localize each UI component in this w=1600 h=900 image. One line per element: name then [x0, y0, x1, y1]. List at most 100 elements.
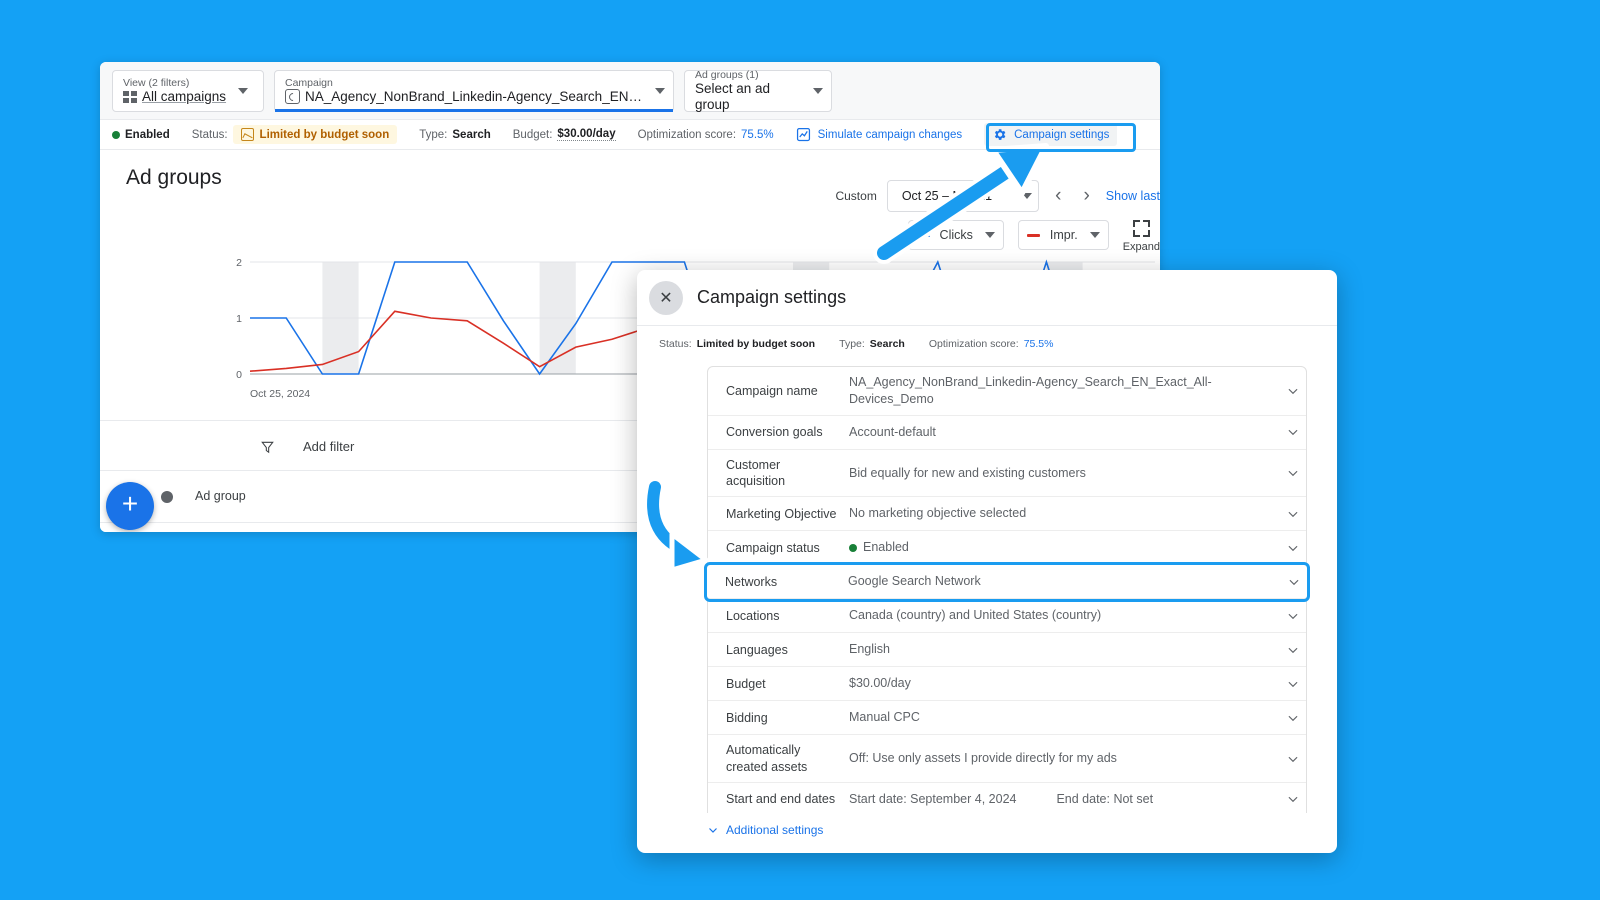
adgroup-selector-value: Select an ad group — [695, 81, 771, 112]
dialog-status-summary: Status: Limited by budget soon Type: Sea… — [637, 326, 1337, 360]
prev-period-button[interactable]: ‹ — [1049, 185, 1067, 207]
setting-row-conversion-goals[interactable]: Conversion goals Account-default — [708, 416, 1306, 450]
metric-label-clicks: Clicks — [939, 228, 973, 242]
chevron-down-icon[interactable] — [1280, 466, 1306, 480]
metric-selectors: Clicks Impr. Expand — [907, 220, 1160, 253]
simulate-campaign-changes-button[interactable]: Simulate campaign changes — [796, 127, 962, 142]
setting-value-text: No marketing objective selected — [849, 506, 1027, 521]
setting-row-locations[interactable]: Locations Canada (country) and United Sta… — [708, 599, 1306, 634]
setting-row-marketing-objective[interactable]: Marketing Objective No marketing objectiv… — [708, 497, 1306, 532]
date-range-prefix: Custom — [835, 189, 877, 203]
setting-row-bidding[interactable]: Bidding Manual CPC — [708, 701, 1306, 736]
setting-value-text-secondary: End date: Not set — [1056, 791, 1154, 806]
setting-row-automatically-created-assets[interactable]: Automatically created assets Off: Use onl… — [708, 735, 1306, 783]
column-header-ad-group[interactable]: Ad group — [195, 489, 246, 504]
view-selector[interactable]: View (2 filters) All campaigns — [112, 69, 264, 112]
additional-settings-toggle[interactable]: Additional settings — [707, 823, 1307, 837]
setting-label: Campaign status — [726, 540, 820, 555]
date-range-picker[interactable]: Oct 25 – Nov 21 — [886, 180, 1040, 212]
setting-value: $30.00/day — [849, 675, 1280, 692]
setting-label: Locations — [726, 608, 780, 623]
chevron-down-icon[interactable] — [1281, 575, 1307, 589]
add-ad-group-button[interactable]: + — [106, 482, 154, 530]
chevron-down-icon[interactable] — [1280, 425, 1306, 439]
impressions-legend-swatch — [1026, 233, 1040, 237]
chevron-down-icon[interactable] — [1280, 643, 1306, 657]
expand-chart-button[interactable]: Expand — [1123, 220, 1160, 253]
chevron-down-icon[interactable] — [1280, 711, 1306, 725]
campaign-selector-label: Campaign — [285, 76, 333, 89]
date-range-controls: Custom Oct 25 – Nov 21 ‹ › Show last — [835, 180, 1160, 212]
setting-row-campaign-status[interactable]: Campaign status Enabled — [708, 531, 1306, 566]
dialog-optimization-score-field: Optimization score: 75.5% — [928, 338, 1054, 350]
setting-row-languages[interactable]: Languages English — [708, 633, 1306, 668]
setting-row-campaign-name[interactable]: Campaign name NA_Agency_NonBrand_Linkedin… — [708, 367, 1306, 416]
chart-warning-icon — [240, 128, 254, 141]
dialog-status-field: Status: Limited by budget soon — [659, 338, 816, 350]
next-period-button[interactable]: › — [1077, 185, 1095, 207]
date-range-value: Oct 25 – Nov 21 — [901, 189, 993, 203]
setting-value: Account-default — [849, 424, 1280, 441]
setting-label: Budget — [726, 676, 766, 691]
adgroup-selector-label: Ad groups (1) — [695, 68, 759, 81]
setting-value-text: Account-default — [849, 424, 936, 439]
svg-text:1: 1 — [236, 313, 242, 325]
search-square-icon — [285, 89, 300, 105]
setting-label: Conversion goals — [726, 425, 823, 440]
setting-label: Customer acquisition — [726, 457, 786, 488]
setting-row-start-and-end-dates[interactable]: Start and end dates Start date: September… — [708, 783, 1306, 813]
show-last-link[interactable]: Show last — [1106, 189, 1160, 203]
setting-row-networks[interactable]: Networks Google Search Network — [704, 562, 1310, 603]
metric-selector-clicks[interactable]: Clicks — [907, 220, 1004, 250]
chevron-down-icon[interactable] — [1089, 232, 1100, 238]
setting-value: Canada (country) and United States (coun… — [849, 607, 1280, 624]
setting-value-text: Canada (country) and United States (coun… — [849, 608, 1102, 623]
dialog-title: Campaign settings — [697, 287, 847, 307]
campaign-selector-value: NA_Agency_NonBrand_Linkedin-Agency_Searc… — [285, 89, 643, 105]
campaign-selector[interactable]: Campaign NA_Agency_NonBrand_Linkedin-Age… — [274, 69, 674, 112]
setting-value: Enabled — [849, 539, 1280, 556]
clicks-legend-swatch — [916, 233, 930, 237]
chevron-down-icon[interactable] — [1280, 507, 1306, 521]
chart-x-start-label: Oct 25, 2024 — [250, 388, 311, 400]
adgroup-selector[interactable]: Ad groups (1) Select an ad group — [684, 68, 832, 112]
chevron-down-icon[interactable] — [1280, 752, 1306, 766]
setting-value: Bid equally for new and existing custome… — [849, 465, 1280, 482]
chevron-down-icon[interactable] — [1280, 609, 1306, 623]
close-icon[interactable]: ✕ — [649, 280, 683, 315]
setting-row-budget[interactable]: Budget $30.00/day — [708, 667, 1306, 702]
status-dot-icon — [849, 543, 857, 552]
setting-value-text: Enabled — [863, 540, 909, 555]
campaign-settings-list: Campaign name NA_Agency_NonBrand_Linkedin… — [704, 366, 1310, 813]
status-column-icon — [161, 490, 173, 503]
setting-row-customer-acquisition[interactable]: Customer acquisition Bid equally for new … — [708, 450, 1306, 498]
metric-label-impressions: Impr. — [1049, 228, 1078, 242]
add-filter-button[interactable]: Add filter — [303, 439, 354, 454]
chevron-down-icon[interactable] — [1280, 792, 1306, 806]
setting-value: Google Search Network — [848, 573, 1281, 590]
view-selector-label: View (2 filters) — [123, 76, 190, 89]
setting-value: NA_Agency_NonBrand_Linkedin-Agency_Searc… — [849, 374, 1280, 408]
chevron-down-icon[interactable] — [813, 87, 823, 94]
chevron-down-icon[interactable] — [1022, 193, 1033, 199]
chevron-down-icon[interactable] — [1280, 384, 1306, 398]
setting-value: Manual CPC — [849, 709, 1280, 726]
status-field: Status: Limited by budget soon — [192, 125, 398, 144]
setting-value-text: Bid equally for new and existing custome… — [849, 465, 1086, 480]
dialog-header: ✕ Campaign settings — [637, 270, 1337, 326]
budget-field[interactable]: Budget: $30.00/day — [513, 128, 616, 141]
dialog-body: Campaign name NA_Agency_NonBrand_Linkedin… — [637, 360, 1337, 813]
chevron-down-icon[interactable] — [1280, 541, 1306, 555]
expand-label: Expand — [1122, 241, 1160, 253]
expand-icon — [1132, 220, 1150, 237]
setting-value-text: English — [849, 642, 890, 657]
setting-label: Automatically created assets — [726, 743, 808, 774]
setting-value: No marketing objective selected — [849, 505, 1280, 522]
chevron-down-icon[interactable] — [238, 87, 249, 94]
chevron-down-icon[interactable] — [655, 87, 665, 94]
chart-simulate-icon — [796, 127, 810, 142]
metric-selector-impressions[interactable]: Impr. — [1017, 220, 1109, 250]
chevron-down-icon[interactable] — [1280, 677, 1306, 691]
chevron-down-icon[interactable] — [984, 232, 995, 238]
filter-icon[interactable] — [260, 440, 275, 454]
